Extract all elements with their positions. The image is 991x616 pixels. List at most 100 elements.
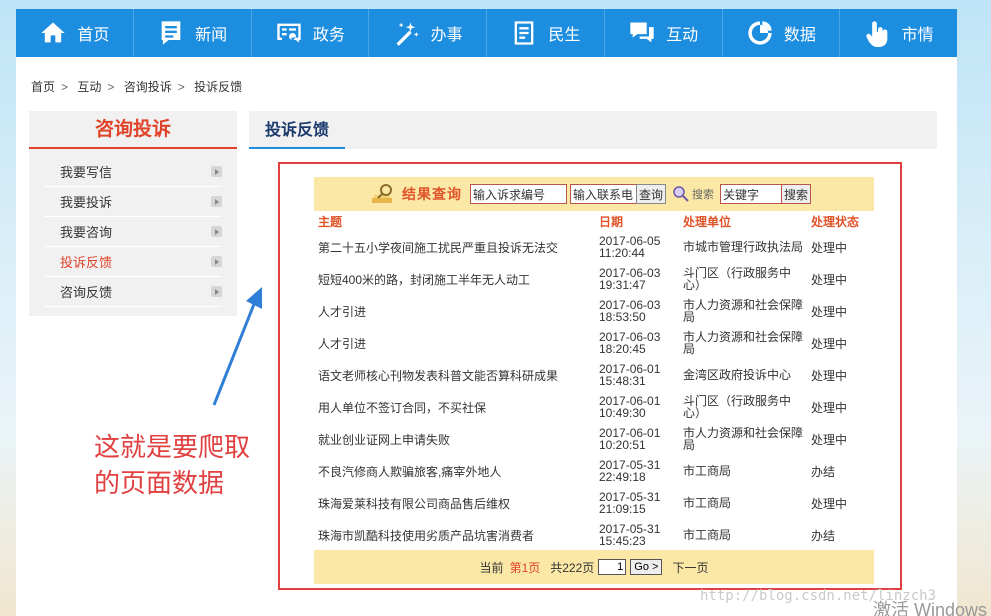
breadcrumb-item-home[interactable]: 首页 — [31, 80, 55, 94]
breadcrumb-item-interaction[interactable]: 互动 — [77, 80, 101, 94]
sidebar-item-label: 咨询反馈 — [60, 285, 113, 300]
news-icon — [161, 21, 181, 45]
row-date: 2017-06-03 19:31:47 — [599, 266, 661, 292]
row-unit: 市城市管理行政执法局 — [683, 240, 804, 254]
pager-current-page: 第1页 — [509, 560, 541, 575]
query-bar: 结果查询 查询 搜索 搜索 — [314, 177, 874, 211]
row-subject-link[interactable]: 珠海爱莱科技有限公司商品售后维权 — [314, 487, 595, 519]
row-date: 2017-06-03 18:20:45 — [599, 330, 661, 356]
case-number-input[interactable] — [470, 184, 567, 204]
row-subject-link[interactable]: 第二十五小学夜间施工扰民严重且投诉无法交 — [314, 231, 595, 263]
breadcrumb-item-consult[interactable]: 咨询投诉 — [124, 80, 172, 94]
nav-item-label: 办事 — [430, 27, 463, 44]
next-page-link[interactable]: 下一页 — [672, 559, 708, 576]
search-label: 搜索 — [692, 189, 715, 201]
row-date: 2017-05-31 21:09:15 — [599, 490, 661, 516]
pager-total: 共222页 — [550, 560, 595, 575]
column-header-date[interactable]: 日期 — [595, 211, 679, 231]
row-subject-link[interactable]: 就业创业证网上申请失败 — [314, 423, 595, 455]
go-button[interactable]: Go > — [630, 559, 663, 575]
row-date: 2017-06-03 18:53:50 — [599, 298, 661, 324]
magnifier-book-icon — [372, 184, 392, 203]
sidebar-item-write-letter[interactable]: 我要写信 — [44, 157, 222, 187]
row-status: 处理中 — [811, 496, 848, 511]
table-row[interactable]: 短短400米的路，封闭施工半年无人动工 2017-06-03 19:31:47 … — [314, 263, 874, 295]
nav-item-label: 政务 — [312, 27, 345, 44]
column-header-unit[interactable]: 处理单位 — [679, 211, 807, 231]
sidebar-item-consult-feedback[interactable]: 咨询反馈 — [44, 277, 222, 307]
nav-item-livelihood[interactable]: 民生 — [487, 9, 605, 57]
pie-chart-icon — [748, 21, 772, 45]
nav-item-home[interactable]: 首页 — [16, 9, 134, 57]
row-subject-link[interactable]: 不良汽修商人欺骗旅客,痛宰外地人 — [314, 455, 595, 487]
row-subject-link[interactable]: 人才引进 — [314, 295, 595, 327]
table-row[interactable]: 第二十五小学夜间施工扰民严重且投诉无法交 2017-06-05 11:20:44… — [314, 231, 874, 263]
row-status: 处理中 — [811, 432, 848, 447]
sidebar-item-complaint-feedback[interactable]: 投诉反馈 — [44, 247, 222, 277]
annotation-text: 这就是要爬取 的页面数据 — [94, 429, 264, 501]
row-unit: 斗门区（行政服务中心） — [683, 266, 792, 292]
row-unit: 市工商局 — [683, 528, 732, 542]
nav-item-interaction[interactable]: 互动 — [605, 9, 723, 57]
result-query-label: 结果查询 — [402, 186, 462, 202]
column-header-subject[interactable]: 主题 — [314, 211, 595, 231]
breadcrumb-separator: > — [177, 80, 185, 94]
annotation-line-1: 这就是要爬取 — [94, 432, 251, 462]
nav-item-news[interactable]: 新闻 — [134, 9, 252, 57]
page-number-input[interactable] — [598, 559, 627, 575]
nav-item-service[interactable]: 办事 — [369, 9, 487, 57]
sidebar-item-consult[interactable]: 我要咨询 — [44, 217, 222, 247]
sidebar-item-label: 我要咨询 — [60, 225, 113, 240]
row-subject-link[interactable]: 短短400米的路，封闭施工半年无人动工 — [314, 263, 595, 295]
table-row[interactable]: 用人单位不签订合同，不买社保 2017-06-01 10:49:30 斗门区（行… — [314, 391, 874, 423]
nav-item-data[interactable]: 数据 — [723, 9, 841, 57]
row-date: 2017-05-31 22:49:18 — [599, 458, 661, 484]
table-row[interactable]: 语文老师核心刊物发表科普文能否算科研成果 2017-06-01 15:48:31… — [314, 359, 874, 391]
annotation-line-2: 的页面数据 — [94, 468, 225, 498]
chat-icon — [630, 22, 654, 43]
table-row[interactable]: 珠海爱莱科技有限公司商品售后维权 2017-05-31 21:09:15 市工商… — [314, 487, 874, 519]
nav-item-label: 互动 — [666, 27, 699, 44]
content-header: 投诉反馈 — [249, 111, 937, 149]
row-status: 办结 — [811, 464, 836, 479]
nav-item-city-info[interactable]: 市情 — [840, 9, 957, 57]
sidebar-item-label: 投诉反馈 — [60, 255, 113, 270]
annotation-arrow-icon — [212, 287, 262, 406]
column-header-status[interactable]: 处理状态 — [807, 211, 874, 231]
row-status: 处理中 — [811, 368, 848, 383]
top-navigation: 首页 新闻 政务 办事 民生 互动 数据 市情 — [16, 9, 957, 57]
table-row[interactable]: 就业创业证网上申请失败 2017-06-01 10:20:51 市人力资源和社会… — [314, 423, 874, 455]
sidebar-item-label: 我要投诉 — [60, 195, 113, 210]
table-row[interactable]: 珠海市凯酷科技使用劣质产品坑害消费者 2017-05-31 15:45:23 市… — [314, 519, 874, 551]
keyword-input[interactable] — [720, 184, 783, 204]
pager-current-prefix: 当前 — [479, 560, 504, 575]
row-subject-link[interactable]: 珠海市凯酷科技使用劣质产品坑害消费者 — [314, 519, 595, 551]
table-row[interactable]: 人才引进 2017-06-03 18:53:50 市人力资源和社会保障局 处理中 — [314, 295, 874, 327]
page-title: 投诉反馈 — [249, 111, 346, 149]
nav-item-label: 数据 — [783, 27, 816, 44]
os-activation-overlay: 激活 Windows — [873, 600, 988, 616]
row-date: 2017-06-01 15:48:31 — [599, 362, 661, 388]
nav-item-label: 市情 — [901, 27, 934, 44]
search-button[interactable]: 搜索 — [782, 184, 812, 204]
table-row[interactable]: 人才引进 2017-06-03 18:20:45 市人力资源和社会保障局 处理中 — [314, 327, 874, 359]
breadcrumb-separator: > — [107, 80, 115, 94]
query-button[interactable]: 查询 — [636, 184, 667, 204]
service-icon — [396, 22, 419, 46]
nav-item-government[interactable]: 政务 — [252, 9, 370, 57]
row-subject-link[interactable]: 人才引进 — [314, 327, 595, 359]
row-subject-link[interactable]: 用人单位不签订合同，不买社保 — [314, 391, 595, 423]
sidebar-title: 咨询投诉 — [29, 111, 237, 149]
table-header-row: 主题 日期 处理单位 处理状态 — [314, 211, 874, 231]
nav-item-label: 新闻 — [195, 27, 228, 44]
row-unit: 市人力资源和社会保障局 — [683, 298, 804, 324]
breadcrumb: 首页 > 互动 > 咨询投诉 > 投诉反馈 — [31, 78, 247, 95]
phone-input[interactable] — [570, 184, 636, 204]
breadcrumb-separator: > — [61, 80, 69, 94]
row-subject-link[interactable]: 语文老师核心刊物发表科普文能否算科研成果 — [314, 359, 595, 391]
table-row[interactable]: 不良汽修商人欺骗旅客,痛宰外地人 2017-05-31 22:49:18 市工商… — [314, 455, 874, 487]
sidebar-item-complaint[interactable]: 我要投诉 — [44, 187, 222, 217]
arrow-right-icon — [211, 196, 222, 207]
government-icon — [277, 23, 301, 43]
row-date: 2017-06-05 11:20:44 — [599, 234, 661, 260]
